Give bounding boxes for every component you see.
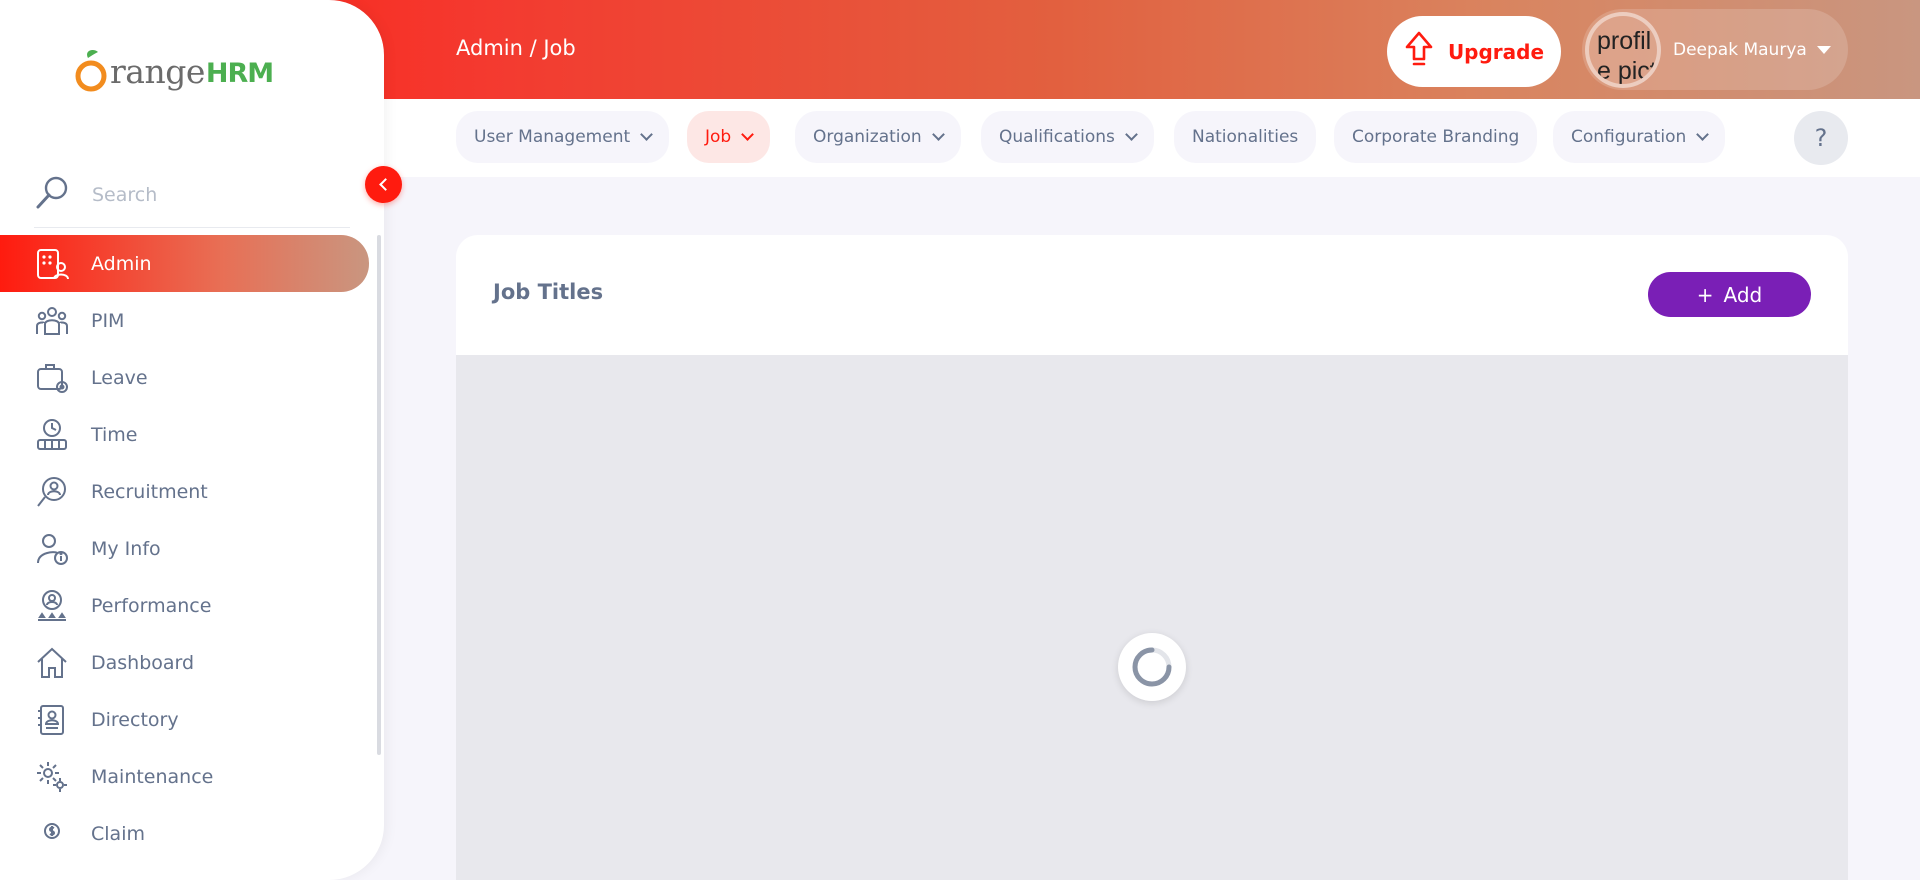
chevron-down-icon: [741, 128, 755, 141]
upgrade-label: Upgrade: [1447, 39, 1545, 64]
sidebar-item-time[interactable]: Time: [0, 406, 370, 463]
sidebar-item-directory[interactable]: Directory: [0, 691, 370, 748]
search-icon: [34, 175, 70, 215]
sidebar: range HRM Admin PIM Lea: [0, 0, 384, 880]
maintenance-icon: [34, 759, 70, 795]
search-input[interactable]: [92, 183, 332, 206]
job-titles-card: Job Titles + Add: [456, 235, 1848, 880]
tab-nationalities[interactable]: Nationalities: [1174, 111, 1317, 163]
tab-label: Qualifications: [999, 127, 1115, 147]
sidebar-item-admin[interactable]: Admin: [0, 235, 369, 292]
recruitment-icon: [34, 474, 70, 510]
sidebar-item-label: PIM: [91, 309, 125, 332]
upgrade-button[interactable]: Upgrade: [1387, 16, 1561, 87]
sidebar-menu: Admin PIM Leave Time Recruitment My Info…: [0, 235, 370, 862]
sidebar-item-label: Claim: [91, 822, 145, 845]
add-button[interactable]: + Add: [1648, 272, 1811, 317]
sidebar-item-label: Leave: [91, 366, 148, 389]
chevron-left-icon: [379, 178, 392, 191]
add-label: Add: [1723, 282, 1763, 307]
sidebar-item-label: Performance: [91, 594, 212, 617]
loading-overlay: [456, 355, 1848, 880]
loading-spinner: [1118, 633, 1186, 701]
chevron-down-icon: [1696, 128, 1710, 141]
performance-icon: [34, 588, 70, 624]
sidebar-item-claim[interactable]: Claim: [0, 805, 370, 862]
tab-label: Job: [705, 127, 732, 147]
upgrade-arrow-icon: [1404, 30, 1434, 74]
orangehrm-logo: range HRM: [74, 48, 274, 94]
chevron-down-icon: [640, 128, 654, 141]
help-button[interactable]: ?: [1794, 111, 1848, 165]
tab-job[interactable]: Job: [687, 111, 771, 163]
sidebar-item-label: Time: [91, 423, 138, 446]
tab-label: Configuration: [1571, 127, 1687, 147]
spinner-icon: [1132, 647, 1172, 687]
tab-user-management[interactable]: User Management: [456, 111, 670, 163]
claim-icon: [34, 816, 70, 852]
dashboard-icon: [34, 645, 70, 681]
sidebar-item-label: Directory: [91, 708, 179, 731]
sidebar-collapse-button[interactable]: [365, 166, 402, 203]
sidebar-item-my-info[interactable]: My Info: [0, 520, 370, 577]
sidebar-scrollbar[interactable]: [377, 235, 381, 755]
time-icon: [34, 417, 70, 453]
tab-corporate-branding[interactable]: Corporate Branding: [1334, 111, 1538, 163]
sidebar-item-label: Dashboard: [91, 651, 195, 674]
chevron-down-icon: [931, 128, 945, 141]
sidebar-item-label: My Info: [91, 537, 161, 560]
directory-icon: [34, 702, 70, 738]
sidebar-item-label: Admin: [91, 252, 152, 275]
breadcrumb: Admin / Job: [456, 36, 576, 60]
tab-organization[interactable]: Organization: [795, 111, 961, 163]
sidebar-item-dashboard[interactable]: Dashboard: [0, 634, 370, 691]
orange-logo-icon: [75, 50, 107, 92]
tab-qualifications[interactable]: Qualifications: [981, 111, 1154, 163]
user-dropdown[interactable]: profile picture Deepak Maurya: [1582, 9, 1848, 90]
sidebar-item-label: Recruitment: [91, 480, 208, 503]
page-title: Job Titles: [493, 280, 604, 304]
avatar: profile picture: [1585, 11, 1661, 88]
user-name: Deepak Maurya: [1673, 39, 1807, 60]
tab-label: User Management: [474, 127, 631, 147]
sidebar-item-performance[interactable]: Performance: [0, 577, 370, 634]
my-info-icon: [34, 531, 70, 567]
sidebar-item-leave[interactable]: Leave: [0, 349, 370, 406]
logo-text: range: [110, 51, 205, 91]
sidebar-item-maintenance[interactable]: Maintenance: [0, 748, 370, 805]
leave-icon: [34, 360, 70, 396]
sidebar-item-recruitment[interactable]: Recruitment: [0, 463, 370, 520]
tab-label: Organization: [813, 127, 922, 147]
sidebar-item-pim[interactable]: PIM: [0, 292, 370, 349]
tab-label: Corporate Branding: [1352, 127, 1520, 147]
sidebar-item-label: Maintenance: [91, 765, 214, 788]
caret-down-icon: [1816, 45, 1831, 54]
tab-label: Nationalities: [1192, 127, 1299, 147]
sidebar-search: [34, 162, 350, 228]
admin-icon: [34, 246, 70, 282]
logo-suffix: HRM: [205, 57, 274, 89]
chevron-down-icon: [1125, 128, 1138, 141]
tab-configuration[interactable]: Configuration: [1553, 111, 1726, 163]
plus-icon: +: [1696, 282, 1714, 307]
pim-icon: [34, 303, 70, 339]
